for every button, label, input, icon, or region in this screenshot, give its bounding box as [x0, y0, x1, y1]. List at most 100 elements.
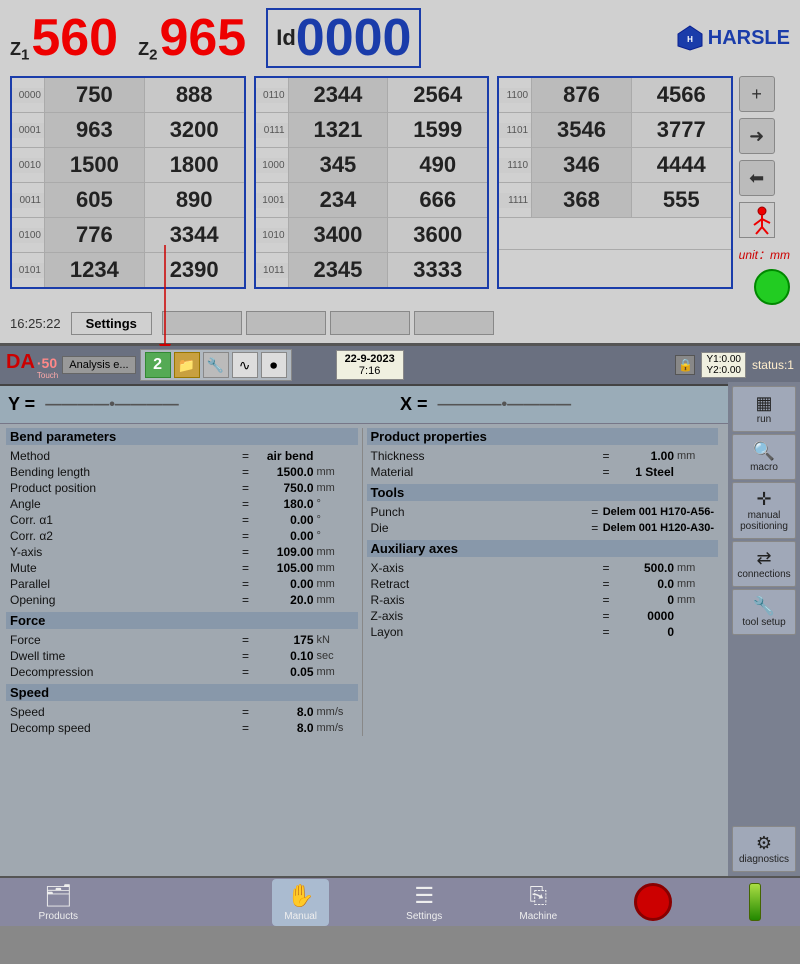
table-row[interactable]: 1100 876 4566	[499, 78, 731, 113]
retract-label: Retract	[371, 577, 599, 591]
die-label: Die	[371, 521, 587, 535]
da-header: DA ·50 Touch Analysis e... 2 📁 🔧 ∿ ⏺ 22-…	[0, 346, 800, 386]
table-row[interactable]: 0000 750 888	[12, 78, 244, 113]
record-icon[interactable]: ⏺	[261, 352, 287, 378]
right-column: Product properties Thickness = 1.00 mm M…	[362, 428, 719, 736]
row-id: 0010	[12, 158, 44, 173]
table-row[interactable]: 1101 3546 3777	[499, 113, 731, 148]
bottom-bar: 16:25:22 Settings	[10, 311, 790, 335]
row-id: 0000	[12, 88, 44, 103]
sidebar-tool-setup-button[interactable]: 🔧 tool setup	[732, 589, 796, 635]
tab-button-1[interactable]	[162, 311, 242, 335]
date-value: 22-9-2023	[345, 353, 395, 365]
machine-footer-button[interactable]: ⎘ Machine	[519, 883, 557, 922]
xaxis-row: X-axis = 500.0 mm	[367, 560, 719, 576]
id-box: Id 0000	[266, 8, 421, 68]
force-row: Force = 175 kN	[6, 632, 358, 648]
table-row[interactable]: 1011 2345 3333	[256, 253, 488, 287]
diagnostics-button[interactable]: ⚙ diagnostics	[732, 826, 796, 872]
tab-button-2[interactable]	[246, 311, 326, 335]
axis-row: Y = ————•———— X = ————•————	[0, 386, 800, 424]
machine-icon: ⎘	[530, 883, 548, 909]
da-version: ·50 Touch	[37, 355, 58, 380]
table-row[interactable]: 0101 1234 2390	[12, 253, 244, 287]
sidebar-connections-button[interactable]: ⇄ connections	[732, 541, 796, 587]
table-row[interactable]: 0011 605 890	[12, 183, 244, 218]
corr-a1-value: 0.00	[254, 513, 314, 527]
table-row[interactable]: 1110 346 4444	[499, 148, 731, 183]
y-dot-sep: ————•————	[45, 396, 179, 414]
table-row[interactable]: 0111 1321 1599	[256, 113, 488, 148]
y-axis-header: Y = ————•————	[8, 390, 400, 419]
xaxis-label: X-axis	[371, 561, 599, 575]
table-row[interactable]: 1001 234 666	[256, 183, 488, 218]
bend-params-title: Bend parameters	[6, 428, 358, 445]
tools-icon[interactable]: 🔧	[203, 352, 229, 378]
angle-row: Angle = 180.0 °	[6, 496, 358, 512]
arrow-left-button[interactable]: ⬅	[739, 160, 775, 196]
parallel-unit: mm	[314, 578, 354, 590]
row-val2: 1599	[387, 113, 487, 147]
table-row[interactable]: 1010 3400 3600	[256, 218, 488, 253]
settings-button[interactable]: Settings	[71, 312, 152, 335]
bending-length-label: Bending length	[10, 465, 238, 479]
diagnostics-label: diagnostics	[739, 854, 789, 865]
right-sidebar: ▦ run 🔍 macro ✛ manualpositioning ⇄ conn…	[728, 382, 800, 876]
row-val1: 2344	[288, 78, 388, 112]
data-column-2: 1100 876 4566 1101 3546 3777 1110 346 44…	[497, 76, 733, 289]
sidebar-macro-button[interactable]: 🔍 macro	[732, 434, 796, 480]
time-value: 7:16	[345, 365, 395, 377]
products-footer-button[interactable]: 🗂 Products	[39, 883, 78, 922]
decomp-unit: mm	[314, 666, 354, 678]
plus-button[interactable]: +	[739, 76, 775, 112]
material-label: Material	[371, 465, 599, 479]
stop-button[interactable]	[634, 883, 672, 921]
mute-value: 105.00	[254, 561, 314, 575]
manual-footer-button[interactable]: ✋ Manual	[272, 879, 329, 926]
grid-icon: ▦	[737, 393, 791, 414]
tab-button-3[interactable]	[330, 311, 410, 335]
id-label: Id	[276, 25, 296, 51]
raxis-row: R-axis = 0 mm	[367, 592, 719, 608]
datetime-display: 22-9-2023 7:16	[336, 350, 404, 380]
dwell-unit: sec	[314, 650, 354, 662]
zaxis-label: Z-axis	[371, 609, 599, 623]
sidebar-run-button[interactable]: ▦ run	[732, 386, 796, 432]
right-controls: + ➜ ⬅ unit：mm	[739, 76, 790, 305]
z1-display: Z1 560	[10, 12, 118, 64]
row-val1: 3400	[288, 218, 388, 252]
table-row[interactable]: 1111 368 555	[499, 183, 731, 218]
table-row[interactable]: 1000 345 490	[256, 148, 488, 183]
harsle-logo-icon: H	[676, 24, 704, 52]
table-row[interactable]: 0110 2344 2564	[256, 78, 488, 113]
decomp-speed-row: Decomp speed = 8.0 mm/s	[6, 720, 358, 736]
speed-label: Speed	[10, 705, 238, 719]
opening-row: Opening = 20.0 mm	[6, 592, 358, 608]
arrow-right-button[interactable]: ➜	[739, 118, 775, 154]
yaxis-value: 109.00	[254, 545, 314, 559]
settings-footer-button[interactable]: ☰ Settings	[406, 883, 442, 922]
thickness-row: Thickness = 1.00 mm	[367, 448, 719, 464]
unit-label: unit：mm	[739, 246, 790, 263]
retract-row: Retract = 0.0 mm	[367, 576, 719, 592]
z1-value: 560	[31, 12, 118, 64]
start-button[interactable]	[749, 883, 761, 921]
table-row[interactable]: 0100 776 3344	[12, 218, 244, 253]
analysis-button[interactable]: Analysis e...	[62, 356, 135, 374]
table-row[interactable]: 0001 963 3200	[12, 113, 244, 148]
x-axis-label: X =	[400, 394, 428, 415]
tab-button-4[interactable]	[414, 311, 494, 335]
table-row[interactable]: 0010 1500 1800	[12, 148, 244, 183]
status-label: status:1	[752, 358, 794, 372]
folder-icon[interactable]: 📁	[174, 352, 200, 378]
speed-unit: mm/s	[314, 706, 354, 718]
corr-a1-unit: °	[314, 514, 354, 526]
wave-icon[interactable]: ∿	[232, 352, 258, 378]
row-val2: 1800	[144, 148, 244, 182]
speed-row: Speed = 8.0 mm/s	[6, 704, 358, 720]
thickness-value: 1.00	[614, 449, 674, 463]
connections-label: connections	[737, 569, 790, 580]
diagnostics-icon: ⚙	[737, 833, 791, 854]
die-row: Die = Delem 001 H120-A30-	[367, 520, 719, 536]
sidebar-manual-positioning-button[interactable]: ✛ manualpositioning	[732, 482, 796, 539]
